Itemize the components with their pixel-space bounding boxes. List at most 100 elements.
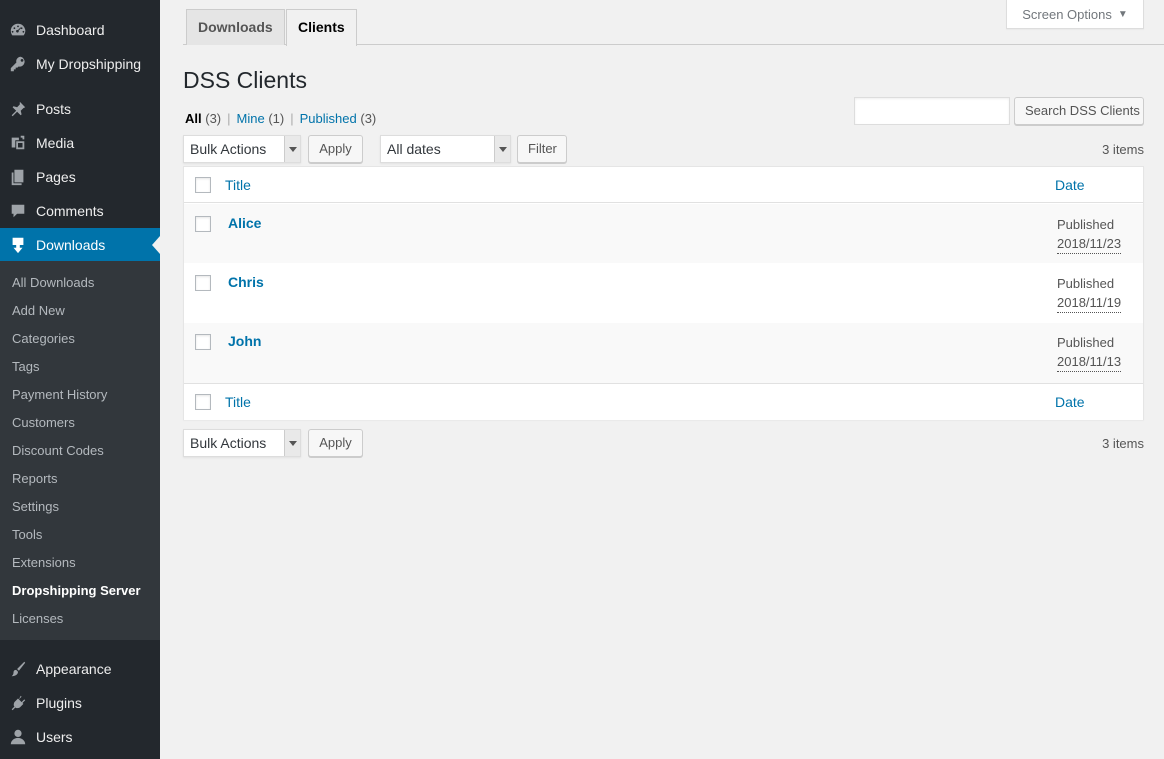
view-filters: All (3) | Mine (1) | Published (3) xyxy=(185,111,376,127)
submenu-settings[interactable]: Settings xyxy=(12,497,59,517)
submenu-all-downloads[interactable]: All Downloads xyxy=(12,273,94,293)
submenu-discount-codes[interactable]: Discount Codes xyxy=(12,441,104,461)
user-icon xyxy=(0,728,36,746)
row-checkbox[interactable] xyxy=(195,216,211,232)
table-row: Chris Published 2018/11/19 xyxy=(184,263,1143,323)
clients-table: Title Date Alice Published 2018/11/23 Ch… xyxy=(183,166,1144,420)
dates-select[interactable]: All dates xyxy=(380,135,511,163)
triangle-down-icon: ▼ xyxy=(1117,8,1128,20)
view-published-link[interactable]: Published xyxy=(300,111,357,126)
sidebar-item-label: My Dropshipping xyxy=(36,56,142,72)
bulk-actions-select-top[interactable]: Bulk Actions xyxy=(183,135,301,163)
comment-icon xyxy=(0,202,36,220)
dashboard-icon xyxy=(0,21,36,39)
row-date: 2018/11/13 xyxy=(1057,352,1122,372)
sidebar-item-comments[interactable]: Comments xyxy=(0,194,160,228)
tab-downloads[interactable]: Downloads xyxy=(186,9,285,45)
row-checkbox[interactable] xyxy=(195,334,211,350)
select-all-checkbox-footer[interactable] xyxy=(195,394,211,410)
row-date: 2018/11/19 xyxy=(1057,293,1122,313)
admin-sidebar: Dashboard My Dropshipping Posts Media Pa… xyxy=(0,0,160,759)
sidebar-item-label: Comments xyxy=(36,203,104,219)
items-count-top: 3 items xyxy=(1102,142,1144,157)
sidebar-item-plugins[interactable]: Plugins xyxy=(0,686,160,720)
apply-button-top[interactable]: Apply xyxy=(308,135,363,163)
submenu-categories[interactable]: Categories xyxy=(12,329,75,349)
items-count-bottom: 3 items xyxy=(1102,436,1144,451)
submenu-licenses[interactable]: Licenses xyxy=(12,609,63,629)
bulk-actions-select-bottom[interactable]: Bulk Actions xyxy=(183,429,301,457)
sidebar-item-label: Downloads xyxy=(36,237,106,253)
screen-options-label: Screen Options xyxy=(1022,6,1112,22)
view-separator: | xyxy=(227,111,231,126)
view-mine-link[interactable]: Mine xyxy=(237,111,265,126)
row-title-link[interactable]: John xyxy=(228,333,261,349)
filter-button[interactable]: Filter xyxy=(517,135,567,163)
row-status: Published xyxy=(1057,335,1115,350)
row-status: Published xyxy=(1057,217,1115,232)
chevron-down-icon xyxy=(494,136,510,162)
row-title-link[interactable]: Alice xyxy=(228,215,261,231)
apply-button-bottom[interactable]: Apply xyxy=(308,429,363,457)
sidebar-item-label: Posts xyxy=(36,101,72,117)
sidebar-item-label: Media xyxy=(36,135,75,151)
view-all-link[interactable]: All xyxy=(185,111,202,126)
sidebar-item-pages[interactable]: Pages xyxy=(0,160,160,194)
title-column-footer[interactable]: Title xyxy=(225,394,251,410)
search-input[interactable] xyxy=(854,97,1010,125)
table-footer-row: Title Date xyxy=(184,383,1143,420)
table-row: Alice Published 2018/11/23 xyxy=(184,204,1143,263)
select-all-checkbox[interactable] xyxy=(195,177,211,193)
view-mine-count: (1) xyxy=(268,111,285,126)
date-column-header[interactable]: Date xyxy=(1055,177,1085,193)
sidebar-item-downloads[interactable]: Downloads xyxy=(0,228,160,262)
row-status: Published xyxy=(1057,276,1115,291)
sidebar-item-users[interactable]: Users xyxy=(0,720,160,754)
date-column-footer[interactable]: Date xyxy=(1055,394,1085,410)
page-title: DSS Clients xyxy=(183,67,307,93)
sidebar-item-media[interactable]: Media xyxy=(0,126,160,160)
title-column-header[interactable]: Title xyxy=(225,177,251,193)
pages-icon xyxy=(0,168,36,186)
sidebar-item-dashboard[interactable]: Dashboard xyxy=(0,13,160,47)
view-all-count: (3) xyxy=(205,111,222,126)
submenu-payment-history[interactable]: Payment History xyxy=(12,385,107,405)
search-button[interactable]: Search DSS Clients xyxy=(1014,97,1144,125)
chevron-down-icon xyxy=(284,136,300,162)
brush-icon xyxy=(0,660,36,678)
submenu-customers[interactable]: Customers xyxy=(12,413,75,433)
sidebar-item-label: Users xyxy=(36,729,73,745)
plug-icon xyxy=(0,694,36,712)
row-checkbox[interactable] xyxy=(195,275,211,291)
pin-icon xyxy=(0,100,36,118)
sidebar-item-label: Appearance xyxy=(36,661,112,677)
media-icon xyxy=(0,134,36,152)
bulk-actions-value: Bulk Actions xyxy=(190,435,267,451)
submenu-dropshipping-server[interactable]: Dropshipping Server xyxy=(12,581,141,601)
table-row: John Published 2018/11/13 xyxy=(184,323,1143,383)
tab-clients[interactable]: Clients xyxy=(286,9,357,46)
submenu-add-new[interactable]: Add New xyxy=(12,301,65,321)
sidebar-item-label: Pages xyxy=(36,169,76,185)
key-icon xyxy=(0,55,36,73)
submenu-tags[interactable]: Tags xyxy=(12,357,39,377)
bulk-actions-value: Bulk Actions xyxy=(190,141,267,157)
downloads-submenu: All Downloads Add New Categories Tags Pa… xyxy=(0,261,160,640)
sidebar-item-my-dropshipping[interactable]: My Dropshipping xyxy=(0,47,160,81)
chevron-down-icon xyxy=(284,430,300,456)
screen-options-button[interactable]: Screen Options ▼ xyxy=(1006,0,1144,29)
row-title-link[interactable]: Chris xyxy=(228,274,264,290)
sidebar-item-posts[interactable]: Posts xyxy=(0,92,160,126)
submenu-extensions[interactable]: Extensions xyxy=(12,553,76,573)
sidebar-item-label: Plugins xyxy=(36,695,82,711)
sidebar-item-label: Dashboard xyxy=(36,22,105,38)
submenu-tools[interactable]: Tools xyxy=(12,525,42,545)
submenu-reports[interactable]: Reports xyxy=(12,469,58,489)
table-header-row: Title Date xyxy=(184,167,1143,203)
dates-value: All dates xyxy=(387,141,441,157)
row-date: 2018/11/23 xyxy=(1057,234,1122,254)
view-published-count: (3) xyxy=(360,111,377,126)
view-separator: | xyxy=(290,111,294,126)
sidebar-item-appearance[interactable]: Appearance xyxy=(0,652,160,686)
download-icon xyxy=(0,236,36,254)
